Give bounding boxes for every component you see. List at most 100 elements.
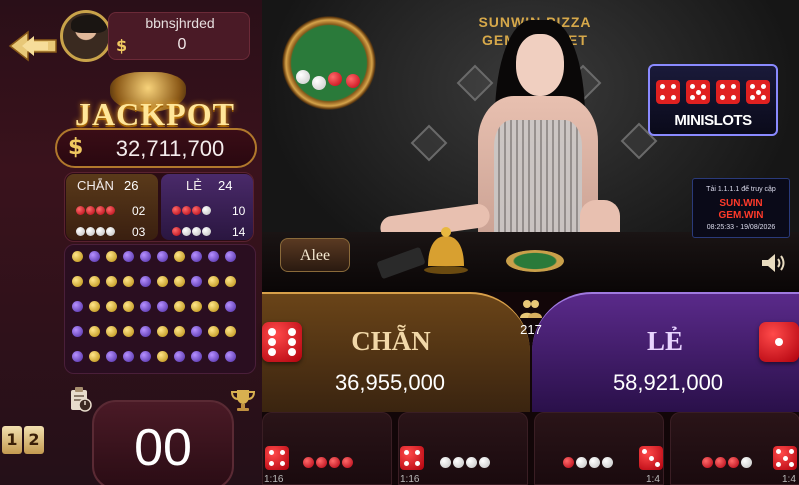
history-row [72,326,236,337]
history-ball-purple [140,351,151,362]
history-ball-gold [174,301,185,312]
history-ball-gold [225,326,236,337]
minislots-dice-icon [746,80,770,104]
minislots-label: MINISLOTS [674,112,752,129]
players-count: 217 [520,322,542,337]
history-ball-gold [174,251,185,262]
jackpot-value: 32,711,700 [115,136,225,161]
history-ball-gold [89,276,100,287]
mode-switch[interactable]: 1 2 [2,426,44,454]
history-ball-gold [72,276,83,287]
history-row [72,301,236,312]
history-ball-purple [157,251,168,262]
side-die-five-icon [773,446,797,470]
history-ball-purple [123,351,134,362]
plate-chip-red [346,74,360,88]
history-ball-gold [89,326,100,337]
dealer-name-tag: Alee [280,238,350,272]
bell-icon [424,227,468,274]
history-ball-gold [157,351,168,362]
dealer-face [516,34,564,96]
one-red-dots-icon [172,227,211,236]
history-ball-gold [106,326,117,337]
history-ball-gold [157,276,168,287]
history-ball-purple [225,251,236,262]
minislots-dice-icon [716,80,740,104]
side-bet-ratio: 1:16 [264,474,284,485]
history-ball-purple [72,326,83,337]
stat-le-label: LẺ [186,178,202,193]
history-ball-purple [140,301,151,312]
history-ball-gold [106,301,117,312]
sign-line1: Tải 1.1.1.1 để truy cập [706,186,776,193]
history-ball-purple [191,351,202,362]
side-dots-one-red-icon [702,457,752,468]
bet-chan-label: CHẴN [351,326,431,356]
side-bet-ratio: 1:16 [400,474,420,485]
history-row [72,276,236,287]
history-ball-gold [106,251,117,262]
history-ball-gold [208,301,219,312]
countdown-timer: 00 [134,419,192,477]
username: bbnsjhrded [145,15,215,31]
side-dots-four-red-icon [303,457,353,468]
history-ball-gold [174,276,185,287]
history-ball-gold [123,326,134,337]
mode-switch-right[interactable]: 2 [24,426,44,454]
speaker-icon[interactable] [760,252,788,274]
stat-three-red-count: 10 [232,204,246,218]
players-icon [520,300,542,318]
history-ball-purple [225,351,236,362]
history-row [72,351,236,362]
history-ball-gold [106,276,117,287]
dice-four-icon [262,322,302,362]
side-die-four-icon [400,446,424,470]
dice-plate [280,14,378,112]
back-arrow-icon[interactable] [8,30,58,62]
history-ball-gold [208,276,219,287]
history-ball-gold [72,251,83,262]
history-ball-gold [123,276,134,287]
history-ball-purple [225,301,236,312]
history-ball-purple [208,351,219,362]
plate-chip-red [328,72,342,86]
mode-switch-left[interactable]: 1 [2,426,22,454]
side-die-three-icon [639,446,663,470]
bet-le-label: LẺ [646,326,684,356]
four-white-dots-icon [76,227,115,236]
history-ball-purple [123,251,134,262]
dealer-dress [494,120,582,250]
avatar[interactable] [60,10,112,62]
trophy-icon[interactable] [230,388,256,412]
bet-le-amount: 58,921,000 [612,370,724,395]
stat-four-red-count: 02 [132,204,146,218]
history-ball-purple [140,251,151,262]
stat-le-count: 24 [218,178,233,193]
sign-line2: SUN.WIN [719,198,763,209]
clipboard-history-icon[interactable] [68,386,92,412]
history-ball-purple [89,251,100,262]
history-ball-purple [191,276,202,287]
four-red-dots-icon [76,206,115,215]
history-ball-gold [89,351,100,362]
history-ball-purple [157,301,168,312]
stat-four-white-count: 03 [132,225,146,239]
history-ball-purple [140,276,151,287]
stat-chan-label: CHẴN [77,178,114,193]
sign-line3: GEM.WIN [718,210,764,221]
history-ball-purple [208,251,219,262]
history-ball-purple [191,326,202,337]
dice-one-icon [759,322,799,362]
jackpot-currency-icon: $ [68,135,84,160]
history-row [72,251,236,262]
minislots-dice-icon [656,80,680,104]
minislots-dice-icon [686,80,710,104]
balance-value: 0 [177,36,187,53]
plate-chip-white [296,70,310,84]
small-plate [506,250,564,272]
three-red-dots-icon [172,206,211,215]
side-dots-four-white-icon [440,457,490,468]
history-ball-gold [157,326,168,337]
history-ball-gold [174,326,185,337]
history-ball-purple [106,351,117,362]
